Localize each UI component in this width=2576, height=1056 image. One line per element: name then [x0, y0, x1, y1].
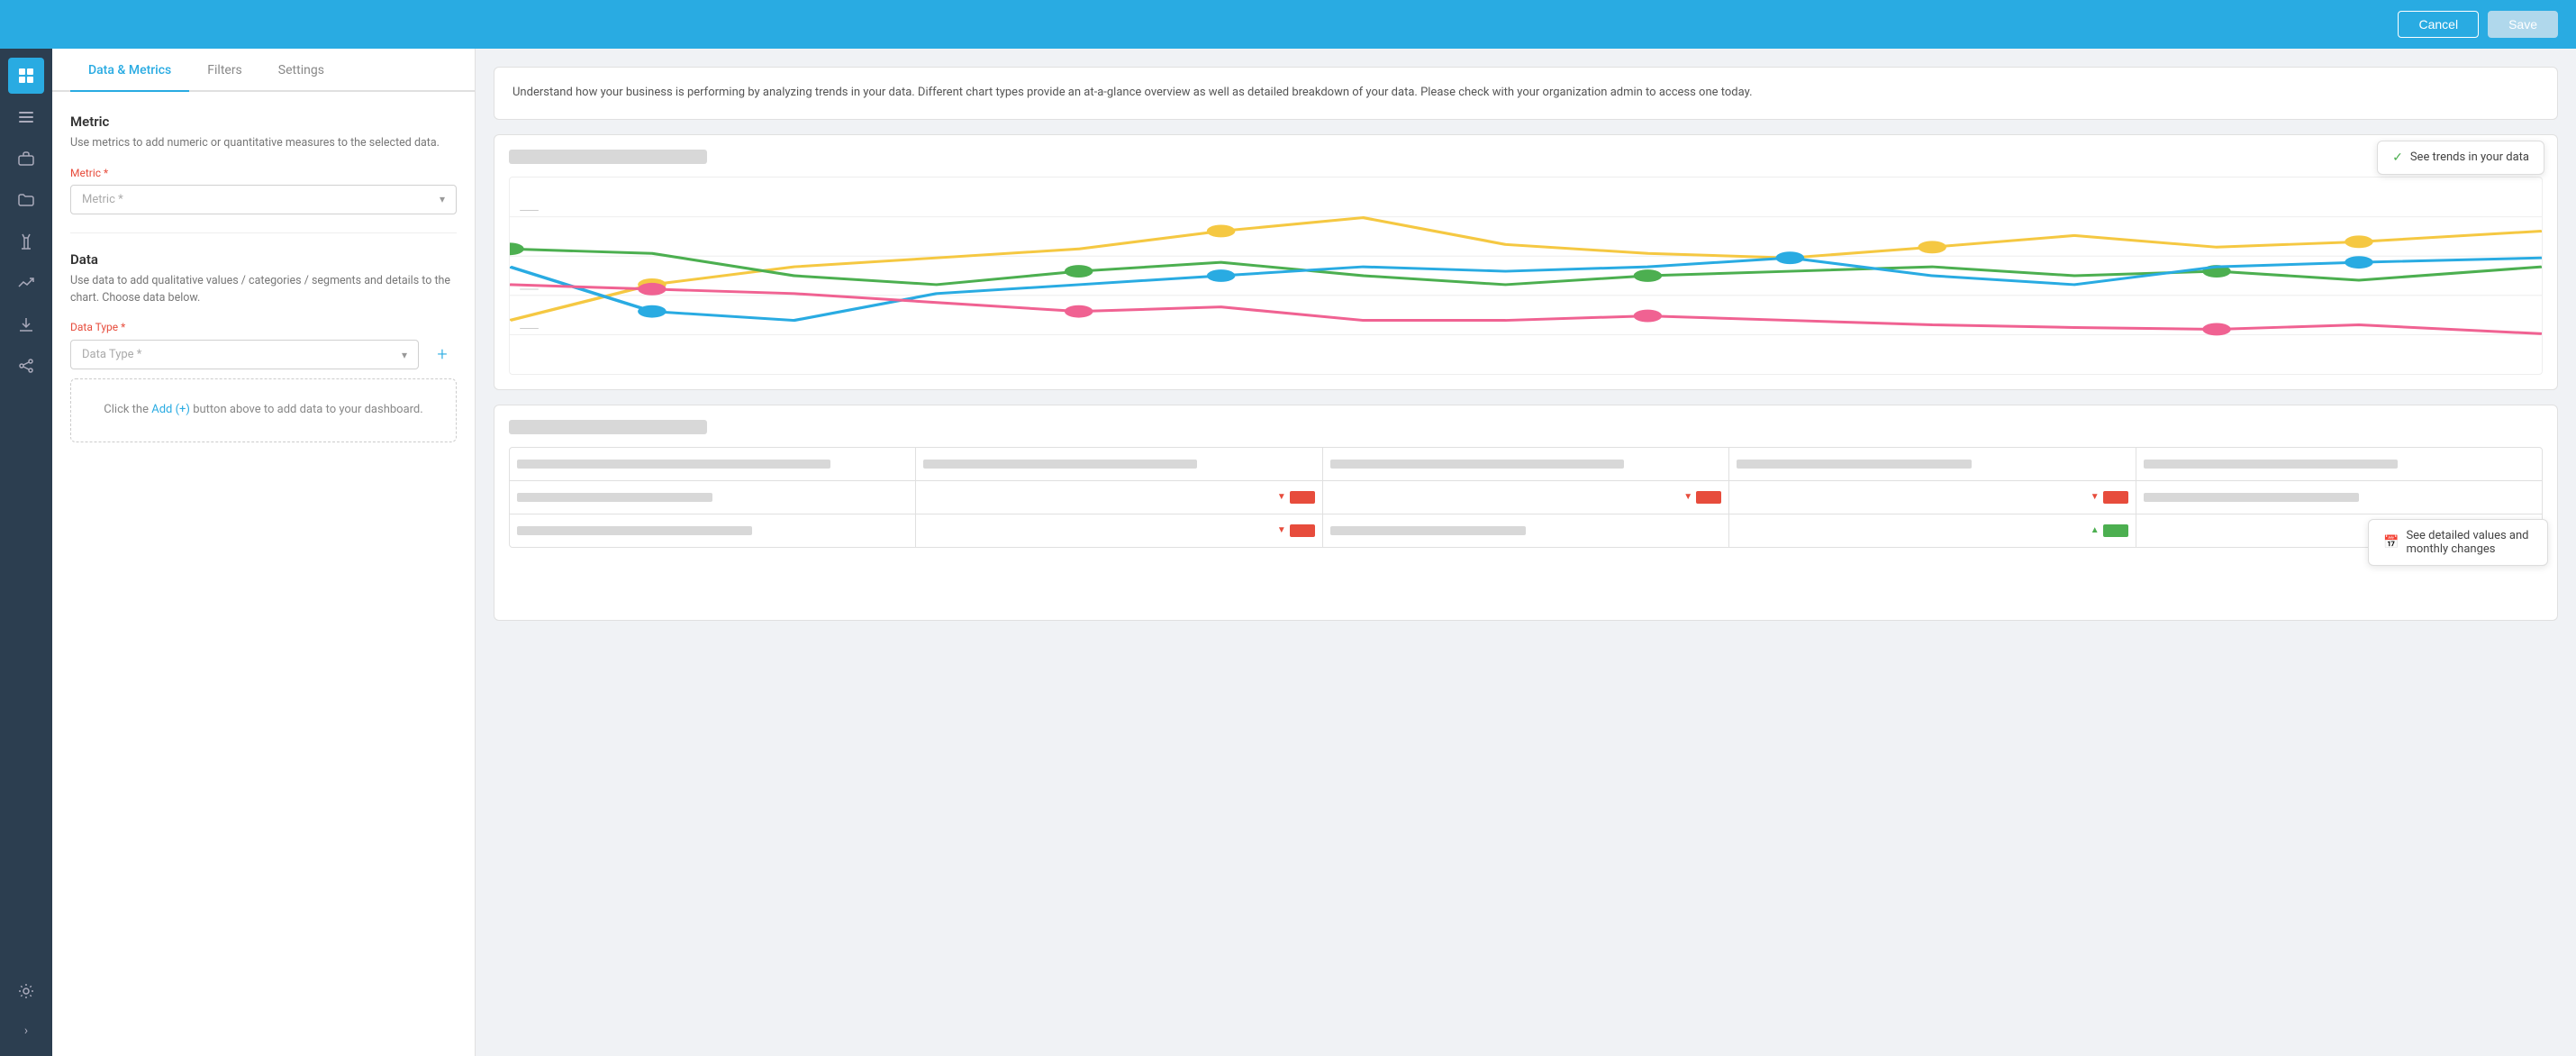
- table-header-cell: [1323, 448, 1728, 480]
- section-divider: [70, 232, 457, 233]
- info-text: Understand how your business is performi…: [512, 86, 1753, 99]
- data-type-dropdown-arrow-icon: ▾: [402, 349, 407, 361]
- table-data-cell: [510, 481, 915, 514]
- table-data-cell: [510, 514, 915, 547]
- metric-field-label: Metric *: [70, 167, 457, 179]
- table-data-cell: [1323, 514, 1728, 547]
- data-section: Data Use data to add qualitative values …: [70, 251, 457, 442]
- empty-state-suffix: button above to add data to your dashboa…: [193, 403, 423, 416]
- value-block-red: [1290, 524, 1315, 537]
- data-section-desc: Use data to add qualitative values / cat…: [70, 273, 457, 307]
- sidebar-item-share[interactable]: [8, 348, 44, 384]
- chart2-tooltip-text: See detailed values and monthly changes: [2406, 529, 2533, 556]
- arrow-down-icon: ▼: [1683, 492, 1692, 502]
- sidebar-item-folder[interactable]: [8, 182, 44, 218]
- metric-section-title: Metric: [70, 114, 457, 130]
- chart2-tooltip-icon: 📅: [2383, 535, 2399, 550]
- metric-dropdown-placeholder: Metric *: [82, 193, 123, 206]
- table-data-cell: ▼: [916, 481, 1321, 514]
- data-type-placeholder: Data Type *: [82, 348, 141, 361]
- data-type-row: Data Type * ▾ +: [70, 339, 457, 369]
- tab-filters[interactable]: Filters: [189, 49, 260, 92]
- sidebar-item-menu[interactable]: [8, 99, 44, 135]
- table-data-cell: ▼: [916, 514, 1321, 547]
- value-block-green: [2103, 524, 2128, 537]
- save-button[interactable]: Save: [2488, 11, 2558, 38]
- main-layout: › Data & Metrics Filters Settings Metric…: [0, 49, 2576, 1056]
- sidebar-item-trending[interactable]: [8, 265, 44, 301]
- cancel-button[interactable]: Cancel: [2398, 11, 2479, 38]
- metric-dropdown-arrow-icon: ▾: [440, 193, 445, 205]
- tab-data-metrics[interactable]: Data & Metrics: [70, 49, 189, 92]
- info-box: Understand how your business is performi…: [494, 67, 2558, 120]
- value-block-red: [2103, 491, 2128, 504]
- tab-settings[interactable]: Settings: [260, 49, 342, 92]
- table-preview: ▼ ▼ ▼: [509, 447, 2543, 548]
- line-chart-area: — — — —: [509, 177, 2543, 375]
- chart1-tooltip-text: See trends in your data: [2410, 150, 2529, 164]
- table-header-cell: [2136, 448, 2542, 480]
- arrow-down-icon: ▼: [2091, 492, 2100, 502]
- metric-section-desc: Use metrics to add numeric or quantitati…: [70, 135, 457, 152]
- add-data-button[interactable]: +: [428, 339, 457, 369]
- collapse-sidebar-button[interactable]: ›: [0, 1015, 52, 1047]
- value-block-red: [1290, 491, 1315, 504]
- table-data-cell: ▼: [1729, 481, 2135, 514]
- arrow-down-icon: ▼: [1277, 525, 1286, 535]
- chart1-tooltip-icon: ✓: [2392, 150, 2403, 165]
- table-data-cell: ▼: [1323, 481, 1728, 514]
- table-chart-card: ▼ ▼ ▼: [494, 405, 2558, 621]
- metric-dropdown[interactable]: Metric * ▾: [70, 185, 457, 214]
- table-data-cell: [2136, 481, 2542, 514]
- table-header-cell: [916, 448, 1321, 480]
- metric-section: Metric Use metrics to add numeric or qua…: [70, 114, 457, 214]
- sidebar-item-download[interactable]: [8, 306, 44, 342]
- data-field-label: Data Type *: [70, 321, 457, 333]
- sidebar-item-dashboard[interactable]: [8, 58, 44, 94]
- chart1-tooltip: ✓ See trends in your data: [2377, 141, 2544, 175]
- empty-state: Click the Add (+) button above to add da…: [70, 378, 457, 442]
- chart1-header-bar: [509, 150, 707, 164]
- right-panel: Understand how your business is performi…: [476, 49, 2576, 1056]
- line-chart-card: ✓ See trends in your data — — — —: [494, 134, 2558, 390]
- panel-content: Metric Use metrics to add numeric or qua…: [52, 92, 475, 464]
- left-panel: Data & Metrics Filters Settings Metric U…: [52, 49, 476, 1056]
- svg-text:—: —: [518, 203, 540, 217]
- table-header-cell: [1729, 448, 2135, 480]
- chart2-header-bar: [509, 420, 707, 434]
- chart2-tooltip: 📅 See detailed values and monthly change…: [2368, 519, 2548, 566]
- table-header-cell: [510, 448, 915, 480]
- icon-sidebar: ›: [0, 49, 52, 1056]
- sidebar-item-briefcase[interactable]: [8, 141, 44, 177]
- data-type-dropdown[interactable]: Data Type * ▾: [70, 340, 419, 369]
- tab-bar: Data & Metrics Filters Settings: [52, 49, 475, 92]
- empty-state-prefix: Click the: [104, 403, 149, 416]
- svg-text:—: —: [518, 321, 540, 335]
- sidebar-item-settings[interactable]: [8, 973, 44, 1009]
- value-block-red: [1696, 491, 1721, 504]
- topbar: Cancel Save: [0, 0, 2576, 49]
- arrow-down-icon: ▼: [1277, 492, 1286, 502]
- arrow-up-icon: ▲: [2091, 525, 2100, 535]
- data-section-title: Data: [70, 251, 457, 268]
- table-data-cell: ▲: [1729, 514, 2135, 547]
- add-plus-link[interactable]: Add (+): [151, 403, 193, 416]
- sidebar-item-tools[interactable]: [8, 223, 44, 259]
